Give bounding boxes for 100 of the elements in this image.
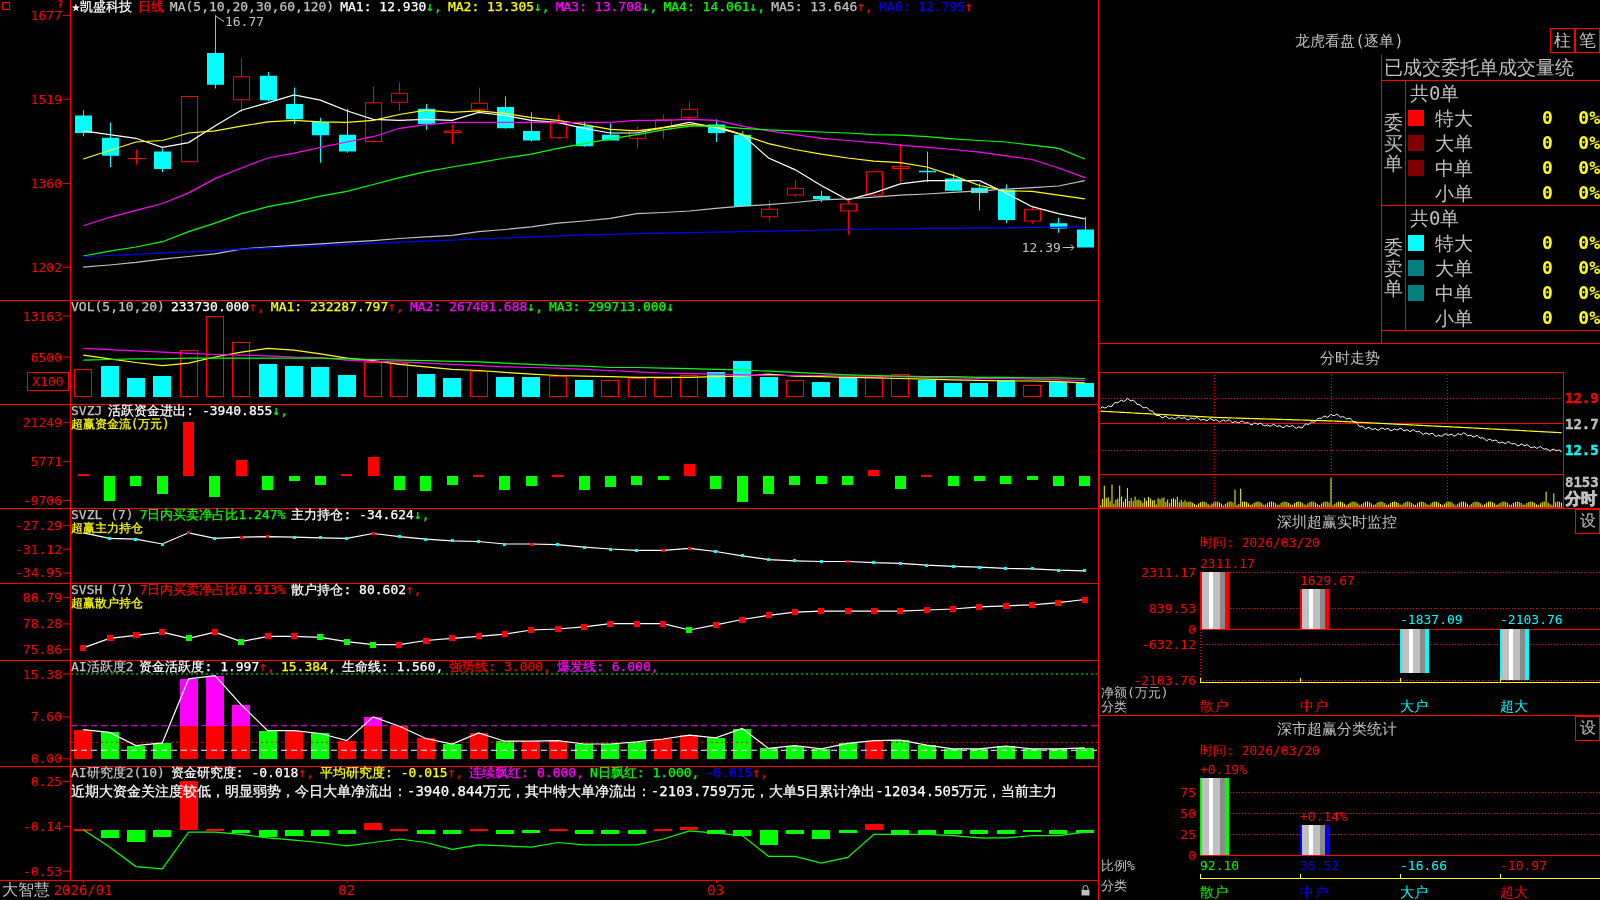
chart-bar xyxy=(680,827,698,830)
legend-text: MA4: 14.061 xyxy=(663,0,750,14)
panel-title: 分时走势 xyxy=(1319,348,1380,368)
chart-bar xyxy=(470,733,488,759)
order-size-label: 小单 xyxy=(1435,181,1473,204)
chart-bar xyxy=(153,743,171,759)
chart-bar xyxy=(918,830,936,834)
chart-bar xyxy=(970,830,988,834)
data-point xyxy=(370,642,376,648)
candle xyxy=(391,82,408,111)
trend-arrow: ↓, xyxy=(426,0,442,14)
chart-bar xyxy=(549,376,567,397)
data-point xyxy=(1083,569,1086,572)
chart-bar xyxy=(654,739,672,759)
candle xyxy=(233,58,250,113)
chart-bar xyxy=(865,824,883,830)
data-point xyxy=(187,531,190,534)
chart-bar xyxy=(311,367,329,397)
data-point xyxy=(107,635,113,641)
chart-bar xyxy=(232,342,250,397)
chart-bar xyxy=(631,476,642,485)
chart-bar xyxy=(737,476,748,502)
chart-bar xyxy=(601,830,619,834)
data-point xyxy=(820,560,823,563)
candle xyxy=(128,149,145,165)
y-axis-title: X100 xyxy=(32,374,64,389)
trend-arrow: ↑, xyxy=(857,0,873,14)
data-point xyxy=(818,608,824,614)
trend-arrow: ↓, xyxy=(534,0,550,14)
axis-title: 分类 xyxy=(1101,699,1127,714)
chart-bar xyxy=(680,735,698,759)
axis-label: 839.53 xyxy=(1149,601,1196,616)
price-label: 12.39 xyxy=(1021,240,1061,256)
candle xyxy=(655,114,672,139)
legend-text: MA(5,10,20,30,60,120) xyxy=(169,0,335,14)
axis-label: 1519 xyxy=(30,91,62,107)
candle xyxy=(1077,217,1094,248)
category-label: 中户 xyxy=(1300,884,1328,900)
chart-bar xyxy=(104,476,115,501)
chart-bar xyxy=(1500,629,1529,680)
candle xyxy=(576,121,593,147)
data-point xyxy=(897,608,903,614)
axis-label: 15.38 xyxy=(22,666,62,682)
data-point xyxy=(1082,597,1088,603)
data-point xyxy=(660,621,666,627)
chart-bar xyxy=(658,476,669,480)
view-button[interactable]: 笔 xyxy=(1575,28,1600,53)
chart-bar xyxy=(763,476,774,494)
chart-bar xyxy=(285,731,303,759)
data-point xyxy=(1004,567,1007,570)
square-icon[interactable] xyxy=(2,2,10,10)
data-point xyxy=(396,642,402,648)
data-point xyxy=(793,559,796,562)
data-point xyxy=(978,566,981,569)
side-label: 委买单 xyxy=(1384,111,1403,175)
data-point xyxy=(345,537,348,540)
legend-text: 7日内买卖净占比1.247% xyxy=(139,508,286,522)
chart-bar xyxy=(420,476,431,491)
chart-bar xyxy=(786,830,804,834)
view-button[interactable]: 柱 xyxy=(1550,28,1575,53)
data-point xyxy=(424,538,427,541)
data-point xyxy=(476,633,482,639)
chart-bar xyxy=(918,745,936,759)
order-share: 0% xyxy=(1578,132,1600,153)
chart-bar xyxy=(760,377,778,397)
data-point xyxy=(161,543,164,546)
order-size-label: 特大 xyxy=(1435,231,1473,254)
chart-bar xyxy=(812,382,830,397)
trend-arrow: ↓, xyxy=(527,300,543,314)
help-mark[interactable]: ? xyxy=(57,0,64,10)
chart-bar xyxy=(127,378,145,397)
chart-bar xyxy=(789,476,800,485)
order-count: 0 xyxy=(1542,307,1553,328)
data-point xyxy=(530,543,533,546)
data-point xyxy=(265,633,271,639)
chart-bar xyxy=(1200,572,1229,629)
axis-label: 0.25 xyxy=(30,773,62,789)
chart-bar xyxy=(522,377,540,397)
axis-label: 2026/01 xyxy=(53,882,113,898)
legend-text: MA2: 267401.688 xyxy=(409,300,528,314)
legend-text: MA2: 13.305 xyxy=(447,0,535,14)
axis-label: 02 xyxy=(338,882,356,898)
axis-label: -2103.76 xyxy=(1133,673,1196,688)
data-label: -1837.09 xyxy=(1400,611,1463,627)
settings-button[interactable]: 设 xyxy=(1575,509,1600,534)
axis-label: 13163 xyxy=(22,308,62,324)
data-point xyxy=(845,608,851,614)
lock-icon[interactable] xyxy=(1081,885,1090,896)
chart-bar xyxy=(470,371,488,397)
order-count: 0 xyxy=(1542,257,1553,278)
data-point xyxy=(924,607,930,613)
leader-line xyxy=(215,15,225,22)
settings-button[interactable]: 设 xyxy=(1575,716,1600,741)
legend-text: 主力持仓: -34.624 xyxy=(291,508,414,522)
side-label: 委卖单 xyxy=(1384,236,1403,300)
legend-text: MA6: 12.795 xyxy=(878,0,966,14)
data-point xyxy=(713,622,719,628)
chart-bar xyxy=(918,380,936,397)
data-point xyxy=(80,645,86,651)
data-point xyxy=(134,538,137,541)
